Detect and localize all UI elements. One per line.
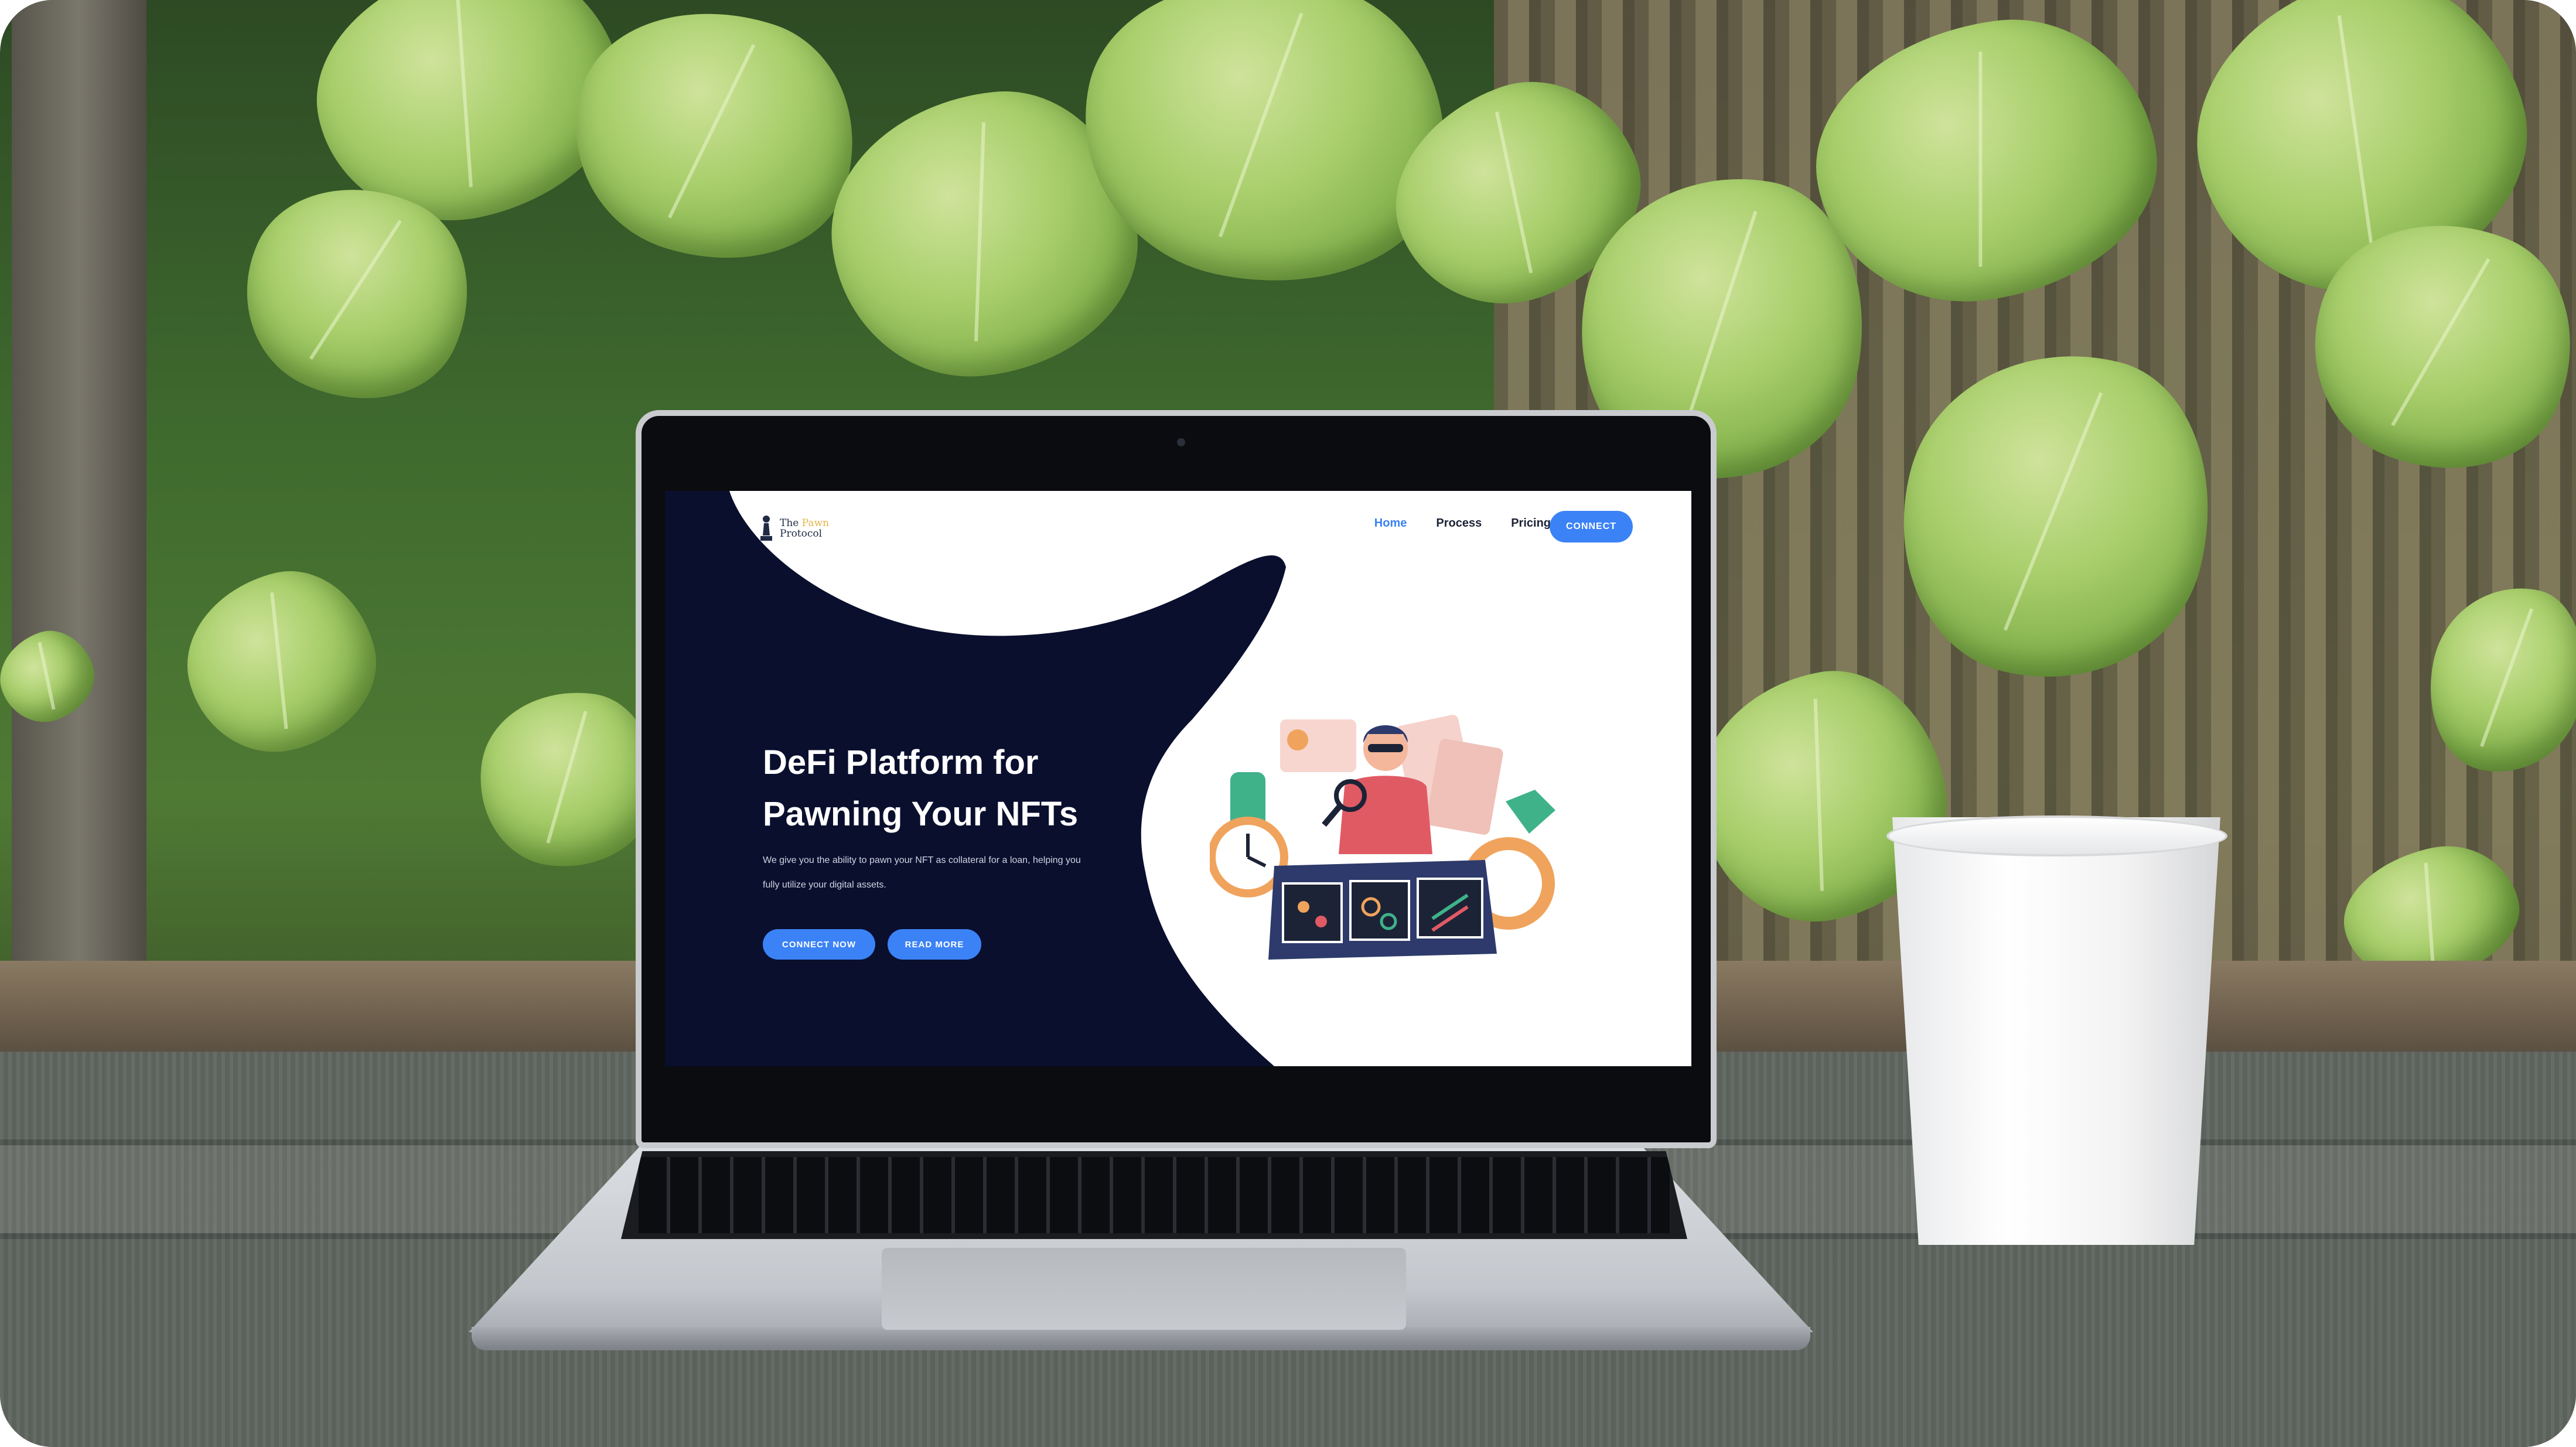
- nav-links: Home Process Pricing: [1374, 517, 1551, 530]
- logo-accent: Pawn: [801, 517, 830, 529]
- connect-now-button[interactable]: CONNECT NOW: [763, 929, 875, 960]
- logo-text: The Pawn Protocol: [780, 518, 850, 539]
- nav-home[interactable]: Home: [1374, 517, 1407, 530]
- display-case-icon: [1268, 860, 1497, 960]
- webcam: [1177, 438, 1185, 446]
- paper-cup: [1892, 817, 2220, 1245]
- hero-description-line1: We give you the ability to pawn your NFT…: [763, 855, 1081, 865]
- hero-description-line2: fully utilize your digital assets.: [763, 880, 886, 890]
- site-logo[interactable]: The Pawn Protocol: [759, 514, 850, 542]
- hero-description: We give you the ability to pawn your NFT…: [763, 848, 1161, 897]
- clock-icon: [1210, 772, 1288, 897]
- laptop-base-edge: [472, 1327, 1810, 1350]
- connect-button[interactable]: CONNECT: [1550, 511, 1633, 542]
- laptop-trackpad: [882, 1248, 1406, 1330]
- nav-process[interactable]: Process: [1436, 517, 1482, 530]
- hero-title: DeFi Platform for Pawning Your NFTs: [763, 737, 1126, 840]
- paper-cup-rim: [1886, 815, 2227, 856]
- logo-line1: The: [780, 517, 799, 529]
- nav-pricing[interactable]: Pricing: [1511, 517, 1551, 530]
- pawn-icon: [760, 516, 772, 541]
- hero-title-line2: Pawning Your NFTs: [763, 795, 1079, 833]
- laptop-screen: The Pawn Protocol Home Process Pricing C…: [665, 491, 1691, 1066]
- read-more-button[interactable]: READ MORE: [888, 929, 981, 960]
- pawnshop-illustration: [1210, 715, 1555, 960]
- hero-title-line1: DeFi Platform for: [763, 743, 1039, 781]
- logo-line2: Protocol: [780, 528, 823, 540]
- laptop-keyboard: [621, 1151, 1687, 1239]
- photo-frame: The Pawn Protocol Home Process Pricing C…: [0, 0, 2576, 1447]
- laptop-lid: The Pawn Protocol Home Process Pricing C…: [636, 410, 1717, 1148]
- wooden-post: [12, 0, 146, 996]
